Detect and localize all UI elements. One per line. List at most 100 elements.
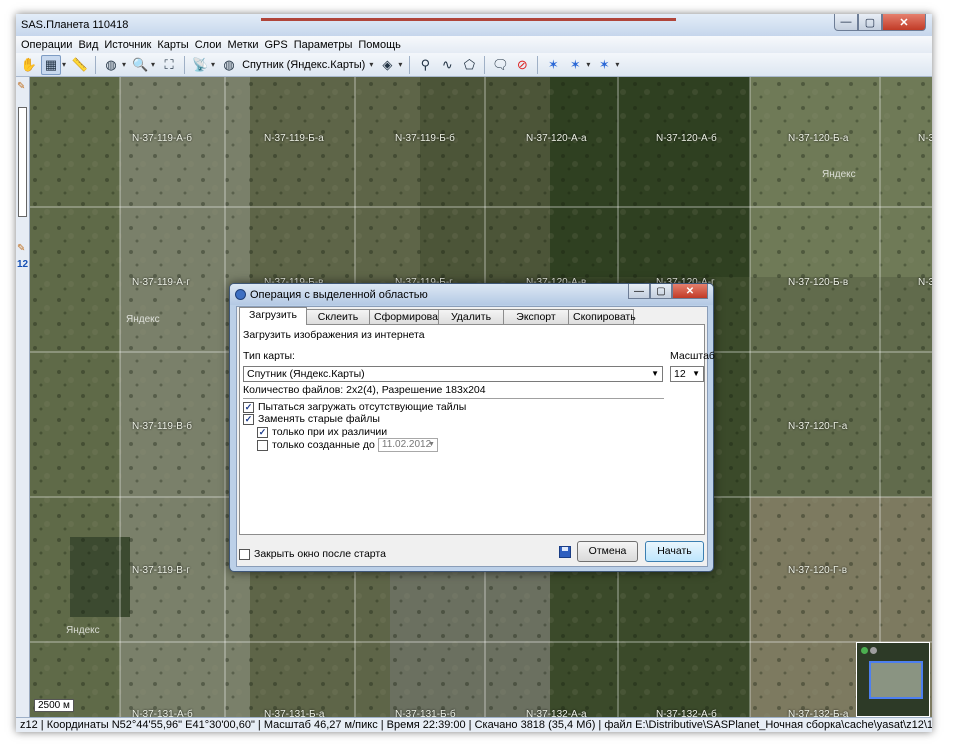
scale-select[interactable]: 12 ▼ — [670, 366, 704, 382]
menu-operations[interactable]: Операции — [18, 39, 75, 51]
chevron-down-icon: ▼ — [651, 369, 659, 378]
missing-tiles-checkbox[interactable]: ✓ — [243, 401, 254, 413]
fullscreen-icon[interactable]: ⛶ — [159, 55, 179, 75]
tile-label: N-37-1 — [918, 133, 932, 144]
map-type-select[interactable]: Спутник (Яндекс.Карты) ▼ — [243, 366, 663, 382]
polygon-icon[interactable]: ⬠ — [459, 55, 479, 75]
chevron-down-icon[interactable]: ▾ — [398, 60, 402, 69]
window-title: SAS.Планета 110418 — [21, 19, 129, 31]
missing-tiles-option[interactable]: ✓ Пытаться загружать отсутствующие тайлы — [243, 401, 466, 413]
tile-label: N-37-119-А-б — [132, 133, 193, 144]
toolbar-separator — [484, 55, 486, 74]
tile-label: N-37-132-А-а — [526, 709, 587, 717]
only-diff-label: только при их различии — [272, 426, 388, 438]
tile-label: N-37-132-Б-а — [788, 709, 849, 717]
close-button[interactable]: ✕ — [882, 14, 926, 31]
tab-generate[interactable]: Сформировать — [369, 309, 448, 325]
only-created-label: только созданные до — [272, 439, 375, 451]
toolbar-separator — [537, 55, 539, 74]
tile-label: N-37-131-А-б — [132, 709, 193, 717]
save-icon[interactable] — [559, 546, 571, 558]
dialog-close-button[interactable]: ✕ — [672, 284, 708, 299]
replace-files-checkbox[interactable]: ✓ — [243, 413, 254, 425]
layers-icon[interactable]: ◈ — [377, 55, 397, 75]
tile-label: N-37-119-В-г — [132, 565, 190, 576]
marks-icon[interactable]: 🗨 — [490, 55, 510, 75]
minimap-plus-icon[interactable] — [861, 647, 868, 654]
only-diff-checkbox[interactable]: ✓ — [257, 426, 268, 438]
tab-download[interactable]: Загрузить — [239, 307, 307, 325]
only-diff-option[interactable]: ✓ только при их различии — [257, 426, 387, 438]
menu-view[interactable]: Вид — [75, 39, 101, 51]
maximize-button[interactable]: ▢ — [858, 14, 882, 31]
zoom-marker-icon: ✎ — [17, 243, 26, 254]
map-type-selector[interactable]: Спутник (Яндекс.Карты) — [242, 59, 365, 71]
tab-export[interactable]: Экспорт — [503, 309, 569, 325]
title-bar[interactable]: SAS.Планета 110418 — ▢ ✕ — [16, 14, 932, 36]
tab-copy[interactable]: Скопировать — [568, 309, 636, 325]
tab-strip: Загрузить Склеить Сформировать Удалить Э… — [239, 307, 636, 325]
panel-caption: Загрузить изображения из интернета — [243, 329, 425, 341]
pin-icon[interactable]: ⚲ — [415, 55, 435, 75]
yandex-watermark: Яндекс — [66, 625, 100, 636]
close-after-start-option[interactable]: Закрыть окно после старта — [239, 548, 386, 560]
mini-map[interactable] — [856, 642, 930, 717]
menu-marks[interactable]: Метки — [224, 39, 261, 51]
only-created-checkbox[interactable] — [257, 439, 268, 451]
zoom-ruler[interactable] — [18, 107, 27, 217]
date-picker[interactable]: 11.02.2012 ▼ — [377, 438, 438, 452]
chevron-down-icon: ▼ — [692, 369, 700, 378]
gps-icon[interactable]: ✶ — [543, 55, 563, 75]
tile-label: N-37-120-Г-а — [788, 421, 848, 432]
chevron-down-icon[interactable]: ▾ — [62, 60, 66, 69]
dialog-minimize-button[interactable]: — — [628, 284, 650, 299]
minimap-minus-icon[interactable] — [870, 647, 877, 654]
tab-merge[interactable]: Склеить — [306, 309, 370, 325]
globe-icon — [235, 289, 246, 300]
menu-gps[interactable]: GPS — [262, 39, 291, 51]
menu-help[interactable]: Помощь — [355, 39, 404, 51]
path-icon[interactable]: ∿ — [437, 55, 457, 75]
chevron-down-icon[interactable]: ▾ — [369, 60, 373, 69]
start-button[interactable]: Начать — [645, 541, 704, 562]
chevron-down-icon[interactable]: ▾ — [122, 60, 126, 69]
menu-maps[interactable]: Карты — [154, 39, 191, 51]
tile-label: N-37-119-Б-б — [395, 133, 455, 144]
hand-icon[interactable]: ✋ — [19, 55, 39, 75]
chevron-down-icon[interactable]: ▾ — [211, 60, 215, 69]
dialog-maximize-button[interactable]: ▢ — [650, 284, 672, 299]
title-progress-bar — [261, 18, 676, 21]
gps-track-icon[interactable]: ✶ — [565, 55, 585, 75]
menu-source[interactable]: Источник — [101, 39, 154, 51]
divider — [243, 398, 664, 399]
dialog-title-bar[interactable]: Операция с выделенной областью — ▢ ✕ — [230, 284, 713, 305]
toolbar-separator — [409, 55, 411, 74]
globe-icon[interactable]: ◍ — [101, 55, 121, 75]
zoom-icon[interactable]: 🔍 — [130, 55, 150, 75]
chevron-down-icon[interactable]: ▾ — [586, 60, 590, 69]
file-count-info: Количество файлов: 2x2(4), Разрешение 18… — [243, 384, 486, 396]
tile-label: N-37-1 — [918, 277, 932, 288]
select-area-icon[interactable]: ▦ — [41, 54, 61, 75]
tab-delete[interactable]: Удалить — [438, 309, 504, 325]
menu-layers[interactable]: Слои — [192, 39, 225, 51]
minimap-viewport[interactable] — [869, 661, 923, 699]
close-after-start-checkbox[interactable] — [239, 548, 250, 560]
satellite-icon[interactable]: 📡 — [190, 55, 210, 75]
chevron-down-icon[interactable]: ▾ — [615, 60, 619, 69]
minimize-button[interactable]: — — [834, 14, 858, 31]
stop-icon[interactable]: ⊘ — [512, 55, 532, 75]
replace-files-option[interactable]: ✓ Заменять старые файлы — [243, 413, 380, 425]
ruler-icon[interactable]: 📏 — [70, 55, 90, 75]
only-created-option[interactable]: только созданные до 11.02.2012 ▼ — [257, 438, 438, 452]
map-globe-icon[interactable]: ◍ — [219, 55, 239, 75]
menu-settings[interactable]: Параметры — [291, 39, 356, 51]
yandex-watermark: Яндекс — [126, 314, 160, 325]
download-panel: Загрузить изображения из интернета Тип к… — [239, 324, 715, 535]
zoom-level-label: 12 — [17, 259, 29, 270]
cancel-button[interactable]: Отмена — [577, 541, 638, 562]
close-after-start-label: Закрыть окно после старта — [254, 548, 386, 560]
scale-bar: 2500 м — [34, 699, 74, 712]
chevron-down-icon[interactable]: ▾ — [151, 60, 155, 69]
gps-center-icon[interactable]: ✶ — [594, 55, 614, 75]
